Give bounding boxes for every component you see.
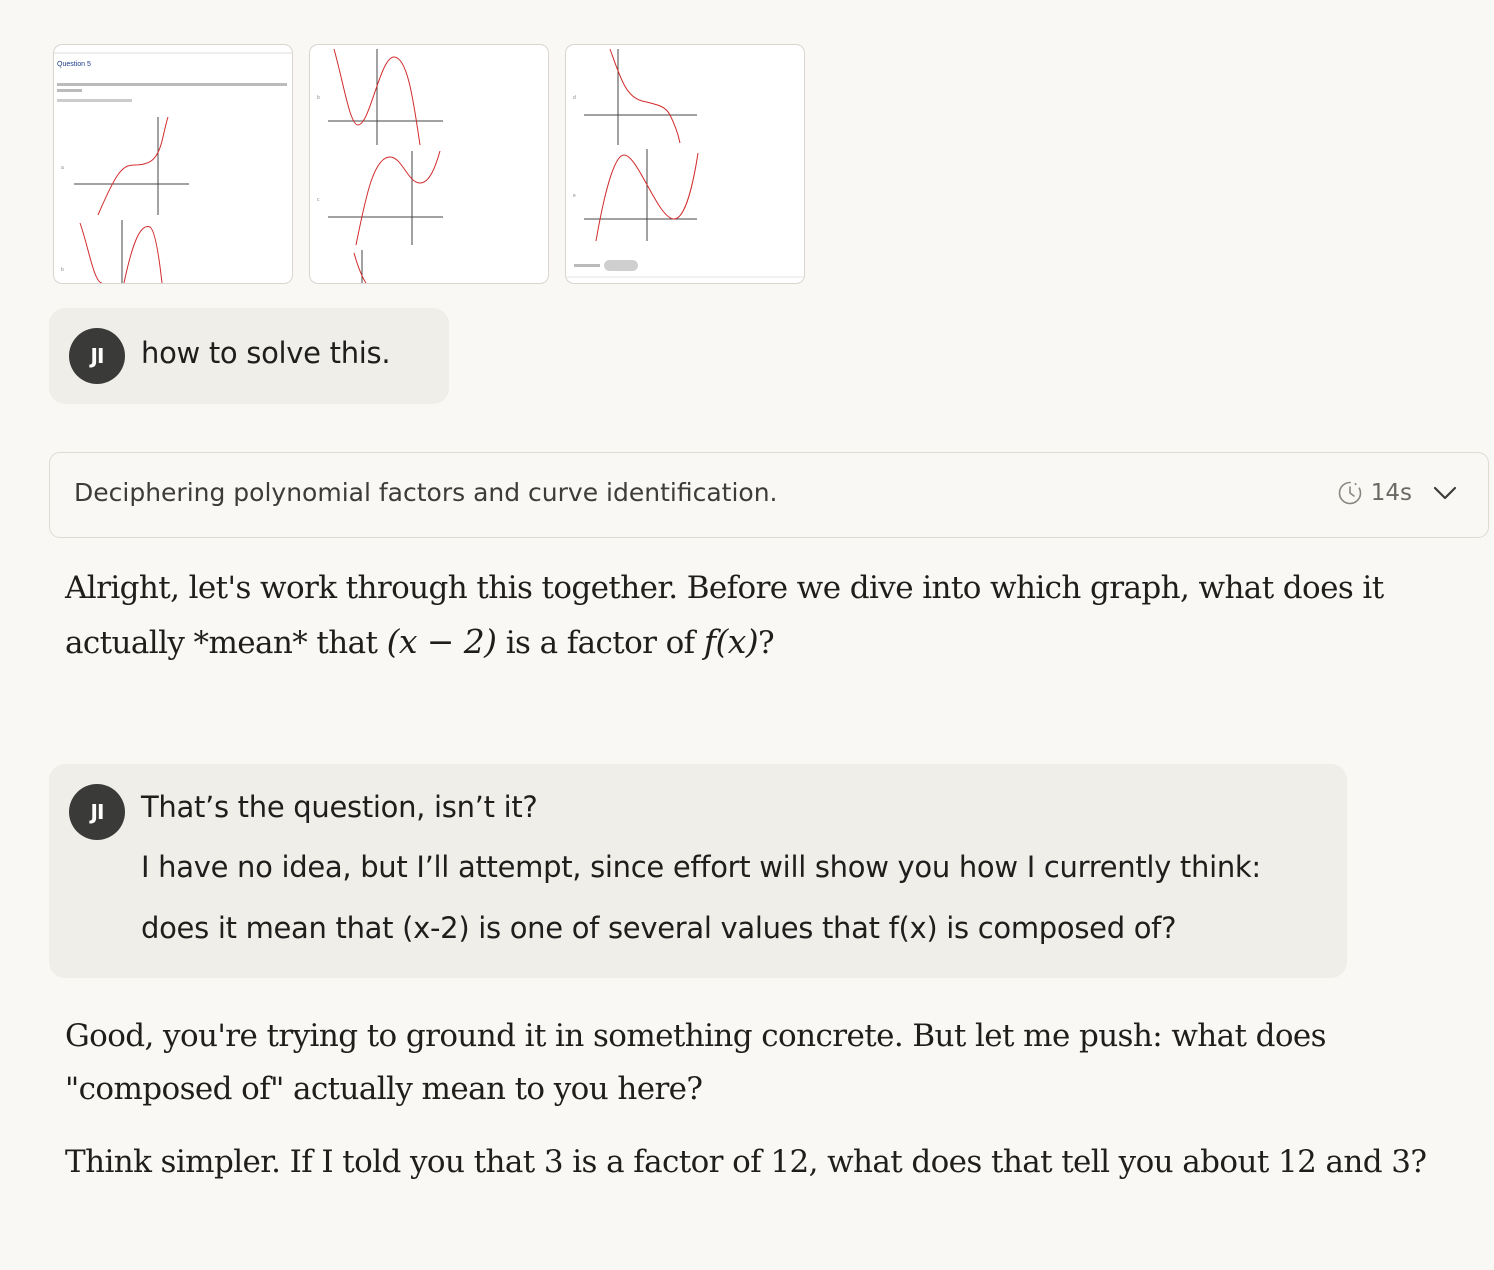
- assistant-text-fragment: actually *mean* that: [65, 625, 378, 661]
- user-message-text: how to solve this.: [141, 336, 391, 370]
- user-message-text: That’s the question, isn’t it?: [141, 790, 538, 824]
- question-title: Question 5: [57, 61, 91, 68]
- user-avatar: JI: [69, 784, 125, 840]
- graph-label-b-2: b: [317, 95, 320, 101]
- assistant-message: Alright, let's work through this togethe…: [65, 562, 1465, 670]
- attachment-thumbnail-1[interactable]: Question 5 a b: [53, 44, 293, 284]
- attachment-thumbnail-3[interactable]: d e: [565, 44, 805, 284]
- user-message-text: does it mean that (x-2) is one of severa…: [141, 911, 1177, 945]
- assistant-text-fragment: ?: [758, 625, 775, 661]
- chevron-down-icon[interactable]: [1430, 480, 1460, 506]
- attachment-thumbnail-2[interactable]: b c: [309, 44, 549, 284]
- user-avatar: JI: [69, 328, 125, 384]
- clock-icon: [1338, 481, 1362, 505]
- assistant-text-fragment: is a factor of: [505, 625, 695, 661]
- user-message: JI how to solve this.: [49, 308, 449, 404]
- graph-label-b: b: [61, 267, 64, 273]
- graph-label-a: a: [61, 165, 64, 171]
- thinking-summary[interactable]: Deciphering polynomial factors and curve…: [49, 452, 1489, 538]
- math-expression: f(x): [703, 622, 759, 661]
- graph-label-e: e: [573, 193, 576, 199]
- assistant-message: Good, you're trying to ground it in some…: [65, 1010, 1465, 1189]
- assistant-text-line: actually *mean* that (x − 2) is a factor…: [65, 615, 1465, 670]
- assistant-text-line: Think simpler. If I told you that 3 is a…: [65, 1144, 1427, 1180]
- thinking-label: Deciphering polynomial factors and curve…: [74, 478, 778, 507]
- thinking-meta: 14s: [1337, 480, 1460, 506]
- user-message-text: I have no idea, but I’ll attempt, since …: [141, 850, 1261, 884]
- graph-label-d: d: [573, 95, 576, 101]
- graph-label-c: c: [317, 197, 320, 203]
- user-message: JI That’s the question, isn’t it? I have…: [49, 764, 1347, 978]
- assistant-text-line: Good, you're trying to ground it in some…: [65, 1018, 1327, 1054]
- thinking-duration: 14s: [1370, 480, 1412, 506]
- math-expression: (x − 2): [386, 622, 497, 661]
- assistant-text-line: Alright, let's work through this togethe…: [65, 570, 1384, 606]
- assistant-text-line: "composed of" actually mean to you here?: [65, 1071, 703, 1107]
